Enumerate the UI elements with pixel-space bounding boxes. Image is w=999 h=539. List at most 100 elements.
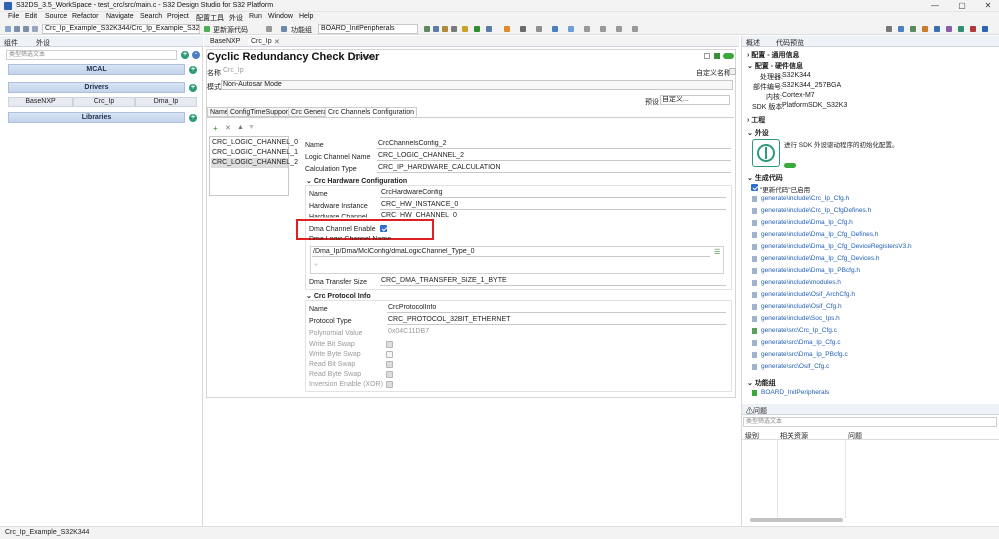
perspective-icon-5[interactable] [946,26,952,32]
add-library-icon[interactable]: + [189,114,197,122]
horizontal-scrollbar[interactable] [750,518,843,522]
toolbar-icon-f[interactable] [536,26,542,32]
section-mcal[interactable]: MCAL [8,64,185,75]
column-resource[interactable]: 相关资源 [780,431,808,441]
component-enable-toggle[interactable] [723,53,734,59]
menu-run[interactable]: Run [249,13,262,20]
run-app-icon[interactable] [474,26,480,32]
component-name-value[interactable]: Crc_Ip [222,67,622,76]
pin-icon[interactable] [632,26,638,32]
generated-file-link[interactable]: generate\include\Osif_Cfg.h [752,303,842,310]
perspective-icon-4[interactable] [934,26,940,32]
tab-crc-channels-config[interactable]: Crc Channels Configuration [325,107,417,117]
nav-forward-icon[interactable] [600,26,606,32]
generated-file-link[interactable]: generate\include\Soc_Ips.h [752,315,840,322]
generated-file-link[interactable]: generate\include\Crc_Ip_CfgDefines.h [752,207,871,214]
generated-file-link[interactable]: generate\include\Osif_ArchCfg.h [752,291,855,298]
close-button[interactable]: ✕ [978,1,998,11]
driver-dma-ip[interactable]: Dma_Ip [135,97,197,107]
run-icon[interactable] [204,26,210,32]
perspective-icon-1[interactable] [898,26,904,32]
new-icon[interactable] [5,26,11,32]
menu-peripherals[interactable]: 外设 [229,13,243,23]
peripherals-toggle[interactable] [784,163,796,168]
update-code-button[interactable]: 更新源代码 [213,25,248,35]
column-problem[interactable]: 问题 [848,431,862,441]
close-tab-icon[interactable]: ✕ [274,38,280,46]
save-all-icon[interactable] [23,26,29,32]
preset-combo[interactable]: 自定义... [660,95,730,105]
toolbar-icon-e[interactable] [520,26,526,32]
protocol-info-header[interactable]: ⌄ Crc Protocol Info [306,292,371,300]
build-icon[interactable] [504,26,510,32]
generated-file-link[interactable]: generate\include\Dma_Ip_PBcfg.h [752,267,860,274]
save-icon[interactable] [14,26,20,32]
dropdown-icon[interactable] [266,26,272,32]
search-icon[interactable] [886,26,892,32]
debug-icon[interactable] [462,26,468,32]
project-header[interactable]: › 工程 [747,115,765,125]
custom-name-checkbox[interactable] [729,68,736,75]
project-combo[interactable]: Crc_Ip_Example_S32K344/Crc_Ip_Example_S3… [42,24,200,34]
problems-filter-input[interactable]: 类型筛选文本 [743,417,997,427]
maximize-button[interactable]: ▢ [952,1,972,11]
generated-file-link[interactable]: generate\include\Dma_Ip_Cfg_Defines.h [752,231,878,238]
mode-combo[interactable]: Non-Autosar Mode [221,80,733,90]
enable-icon[interactable] [714,53,720,59]
doc-icon[interactable] [704,53,710,59]
general-info-header[interactable]: › 配置 - 通用信息 [747,50,800,60]
generated-file-link[interactable]: generate\include\modules.h [752,279,841,286]
generated-file-link[interactable]: generate\include\Dma_Ip_Cfg_DeviceRegist… [752,243,912,250]
hardware-info-header[interactable]: ⌄ 配置 - 硬件信息 [747,61,803,71]
section-libraries[interactable]: Libraries [8,112,185,123]
add-component-icon[interactable]: + [181,51,189,59]
protocol-type-combo[interactable]: CRC_PROTOCOL_32BIT_ETHERNET [387,316,726,325]
editor-tab-crc-ip[interactable]: Crc_Ip [248,38,275,45]
tab-overview[interactable]: 概述 [746,38,760,48]
toolbar-icon-h[interactable] [568,26,574,32]
generated-file-link[interactable]: generate\src\Dma_Ip_Cfg.c [752,339,840,346]
update-code-checkbox[interactable] [751,184,758,191]
menu-navigate[interactable]: Navigate [106,13,134,20]
peripherals-header[interactable]: ⌄ 外设 [747,128,769,138]
menu-search[interactable]: Search [140,13,162,20]
generate-code-header[interactable]: ⌄ 生成代码 [747,173,783,183]
tab-components[interactable]: 组件 [4,38,18,48]
generated-file-link[interactable]: generate\include\Crc_Ip_Cfg.h [752,195,849,202]
tab-problems[interactable]: ⚠问题 [746,406,767,416]
generated-file-link[interactable]: generate\include\Dma_Ip_Cfg.h [752,219,853,226]
menu-help[interactable]: Help [299,13,313,20]
list-menu-icon[interactable]: ☰ [714,248,720,256]
hw-name-value[interactable]: CrcHardwareConfig [380,189,726,198]
perspective-icon-7[interactable] [970,26,976,32]
toolbar-icon-d[interactable] [451,26,457,32]
perspective-icon-2[interactable] [910,26,916,32]
hardware-instance-combo[interactable]: CRC_HW_INSTANCE_0 [380,201,726,210]
dma-transfer-size-combo[interactable]: CRC_DMA_TRANSFER_SIZE_1_BYTE [380,277,726,286]
components-filter-input[interactable]: 类型筛选文本 [6,50,177,60]
generated-file-link[interactable]: generate\src\Dma_Ip_PBcfg.c [752,351,848,358]
add-channel-icon[interactable]: + [213,124,218,133]
list-item[interactable]: CRC_LOGIC_CHANNEL_0 [212,139,298,146]
external-tools-icon[interactable] [486,26,492,32]
menu-source[interactable]: Source [45,13,67,20]
add-mcal-icon[interactable]: + [189,66,197,74]
column-level[interactable]: 级别 [745,431,759,441]
menu-refactor[interactable]: Refactor [72,13,98,20]
toolbar-icon-c[interactable] [442,26,448,32]
hw-config-header[interactable]: ⌄ Crc Hardware Configuration [306,177,407,185]
tab-config-time-support[interactable]: ConfigTimeSupport [227,107,294,117]
dma-channel-enable-checkbox[interactable] [380,225,387,232]
add-driver-icon[interactable]: + [189,84,197,92]
list-item-selected[interactable]: CRC_LOGIC_CHANNEL_2 [211,158,298,168]
list-item[interactable]: CRC_LOGIC_CHANNEL_1 [212,149,298,156]
tab-peripherals[interactable]: 外设 [36,38,50,48]
menu-config-tools[interactable]: 配置工具 [196,13,224,23]
nav-history-icon[interactable] [616,26,622,32]
generated-file-link[interactable]: generate\src\Crc_Ip_Cfg.c [752,327,837,334]
perspective-icon-8[interactable] [982,26,988,32]
menu-edit[interactable]: Edit [25,13,37,20]
logic-channel-name-value[interactable]: CRC_LOGIC_CHANNEL_2 [377,152,731,161]
tab-code-preview[interactable]: 代码预览 [776,38,804,48]
calculation-type-combo[interactable]: CRC_IP_HARDWARE_CALCULATION [377,164,731,173]
